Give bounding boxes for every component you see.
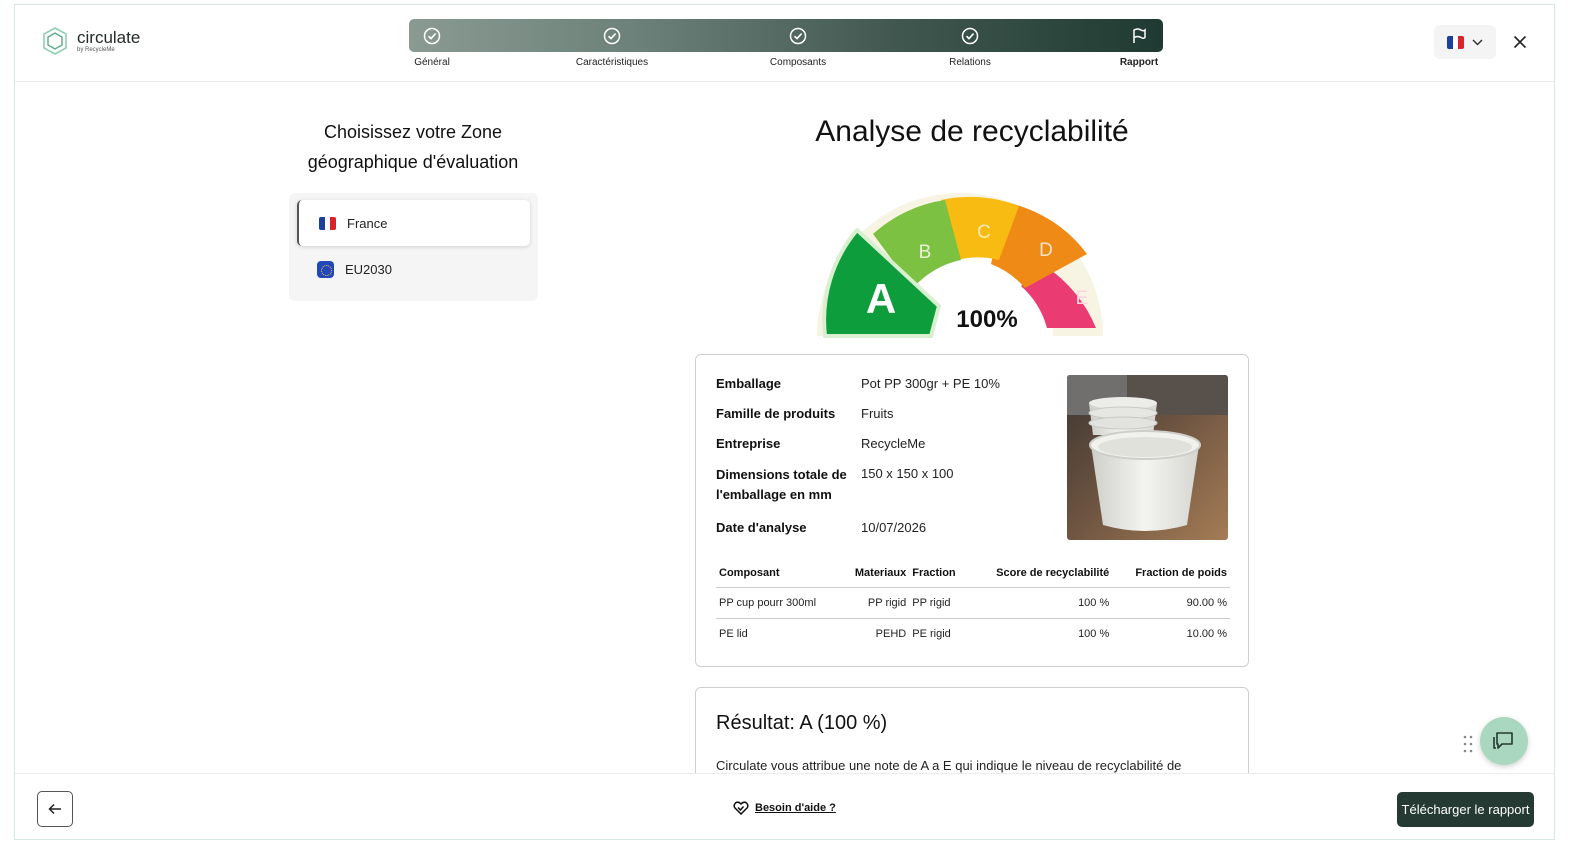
drag-handle-icon[interactable] xyxy=(1463,735,1473,753)
column-header: Materiaux xyxy=(840,562,910,588)
result-text: Circulate vous attribue une note de A a … xyxy=(716,758,1182,773)
result-title: Résultat: A (100 %) xyxy=(716,712,888,734)
zone-options: France EU2030 xyxy=(289,193,538,301)
info-key: Entreprise xyxy=(716,436,781,451)
step-label-composants[interactable]: Composants xyxy=(770,57,826,68)
step-label-caracteristiques[interactable]: Caractéristiques xyxy=(576,57,648,68)
help-link[interactable]: Besoin d'aide ? xyxy=(733,801,836,815)
gauge-label-a: A xyxy=(866,275,896,322)
column-header: Fraction xyxy=(909,562,969,588)
gauge-label-d: D xyxy=(1039,240,1053,261)
zone-option-label: France xyxy=(347,215,388,231)
gauge-percent: 100% xyxy=(956,306,1017,333)
zone-title: Choisissez votre Zone géographique d'éva… xyxy=(285,117,541,177)
zone-option-france[interactable]: France xyxy=(297,200,530,246)
info-value: 10/07/2026 xyxy=(861,520,927,535)
info-key: Famille de produits xyxy=(716,406,836,421)
info-key: Date d'analyse xyxy=(716,520,807,535)
brand-name: circulate xyxy=(77,28,141,47)
top-bar: circulate by RecycleMe Général Caractéri… xyxy=(15,5,1554,82)
step-general-icon[interactable] xyxy=(412,19,452,52)
step-label-general[interactable]: Général xyxy=(414,57,450,68)
zone-option-eu2030[interactable]: EU2030 xyxy=(297,246,530,292)
chevron-down-icon xyxy=(1472,38,1483,46)
table-row: PE lid PEHD PE rigid 100 % 10.00 % xyxy=(716,619,1230,650)
chat-icon xyxy=(1493,732,1513,749)
info-value: Pot PP 300gr + PE 10% xyxy=(861,376,1000,391)
table-cell: PP rigid xyxy=(909,587,969,619)
step-label-rapport[interactable]: Rapport xyxy=(1120,57,1158,68)
table-header-row: Composant Materiaux Fraction Score de re… xyxy=(716,562,1230,588)
recyclability-gauge: A B C D E 100% xyxy=(817,193,1103,338)
table-cell: 10.00 % xyxy=(1186,628,1227,640)
info-value: RecycleMe xyxy=(861,436,926,451)
france-flag-icon xyxy=(1447,35,1464,49)
table-cell: PEHD xyxy=(875,628,907,640)
footer-bar: Besoin d'aide ? Télécharger le rapport xyxy=(15,773,1554,839)
brand-logo[interactable]: circulate by RecycleMe xyxy=(39,25,140,57)
step-label-relations[interactable]: Relations xyxy=(949,57,991,68)
info-row-emballage: Emballage Pot PP 300gr + PE 10% xyxy=(716,375,1036,393)
close-icon xyxy=(1513,35,1527,49)
table-cell: 100 % xyxy=(1078,628,1110,640)
column-header: Composant xyxy=(716,562,841,588)
progress-stepper xyxy=(409,19,1163,52)
gauge-label-b: B xyxy=(919,242,932,263)
info-value: 150 x 150 x 100 xyxy=(861,466,954,481)
info-row-entreprise: Entreprise RecycleMe xyxy=(716,435,1036,453)
table-cell: PE rigid xyxy=(912,628,951,640)
gauge-label-e: E xyxy=(1076,288,1089,309)
column-header: Score de recyclabilité xyxy=(968,562,1113,588)
table-row: PP cup pourr 300ml PP rigid PP rigid 100… xyxy=(716,587,1230,619)
back-button[interactable] xyxy=(37,791,73,827)
zone-title-line1: Choisissez votre Zone xyxy=(323,122,503,142)
info-row-dimensions: Dimensions totale de l'emballage en mm 1… xyxy=(716,465,1036,505)
table-cell: PP rigid xyxy=(840,587,910,619)
packaging-photo xyxy=(1067,375,1228,540)
step-composants-icon[interactable] xyxy=(778,19,818,52)
close-button[interactable] xyxy=(1509,31,1531,53)
language-select[interactable] xyxy=(1434,25,1496,59)
download-report-button[interactable]: Télécharger le rapport xyxy=(1397,792,1534,827)
circulate-logo-icon xyxy=(43,27,67,55)
brand-tagline: by RecycleMe xyxy=(77,47,115,53)
packaging-summary-card: Emballage Pot PP 300gr + PE 10% Famille … xyxy=(695,354,1249,667)
components-table: Composant Materiaux Fraction Score de re… xyxy=(716,562,1230,649)
column-header: Fraction de poids xyxy=(1112,562,1230,588)
heart-handshake-icon xyxy=(733,801,749,815)
step-relations-icon[interactable] xyxy=(950,19,990,52)
packaging-info: Emballage Pot PP 300gr + PE 10% Famille … xyxy=(716,375,1036,549)
info-value: Fruits xyxy=(861,406,894,421)
gauge-label-c: C xyxy=(977,222,991,243)
info-key: Emballage xyxy=(716,376,782,391)
table-cell: 90.00 % xyxy=(1112,587,1230,619)
info-key: Dimensions totale de l'emballage en mm xyxy=(716,467,847,502)
app-window: circulate by RecycleMe Général Caractéri… xyxy=(14,4,1555,840)
step-caracteristiques-icon[interactable] xyxy=(592,19,632,52)
arrow-left-icon xyxy=(48,803,61,815)
info-row-famille: Famille de produits Fruits xyxy=(716,405,1036,423)
chat-button[interactable] xyxy=(1480,717,1528,765)
zone-option-label: EU2030 xyxy=(345,261,392,277)
table-cell: PE lid xyxy=(719,628,748,640)
step-rapport-flag-icon[interactable] xyxy=(1119,19,1159,52)
france-flag-icon xyxy=(319,216,336,230)
table-cell: 100 % xyxy=(968,587,1113,619)
eu-flag-icon xyxy=(317,260,334,278)
table-cell: PP cup pourr 300ml xyxy=(716,587,841,619)
info-row-date: Date d'analyse 10/07/2026 xyxy=(716,519,1036,537)
help-label: Besoin d'aide ? xyxy=(755,802,836,814)
zone-title-line2: géographique d'évaluation xyxy=(307,152,519,172)
page-title: Analyse de recyclabilité xyxy=(815,115,1129,148)
